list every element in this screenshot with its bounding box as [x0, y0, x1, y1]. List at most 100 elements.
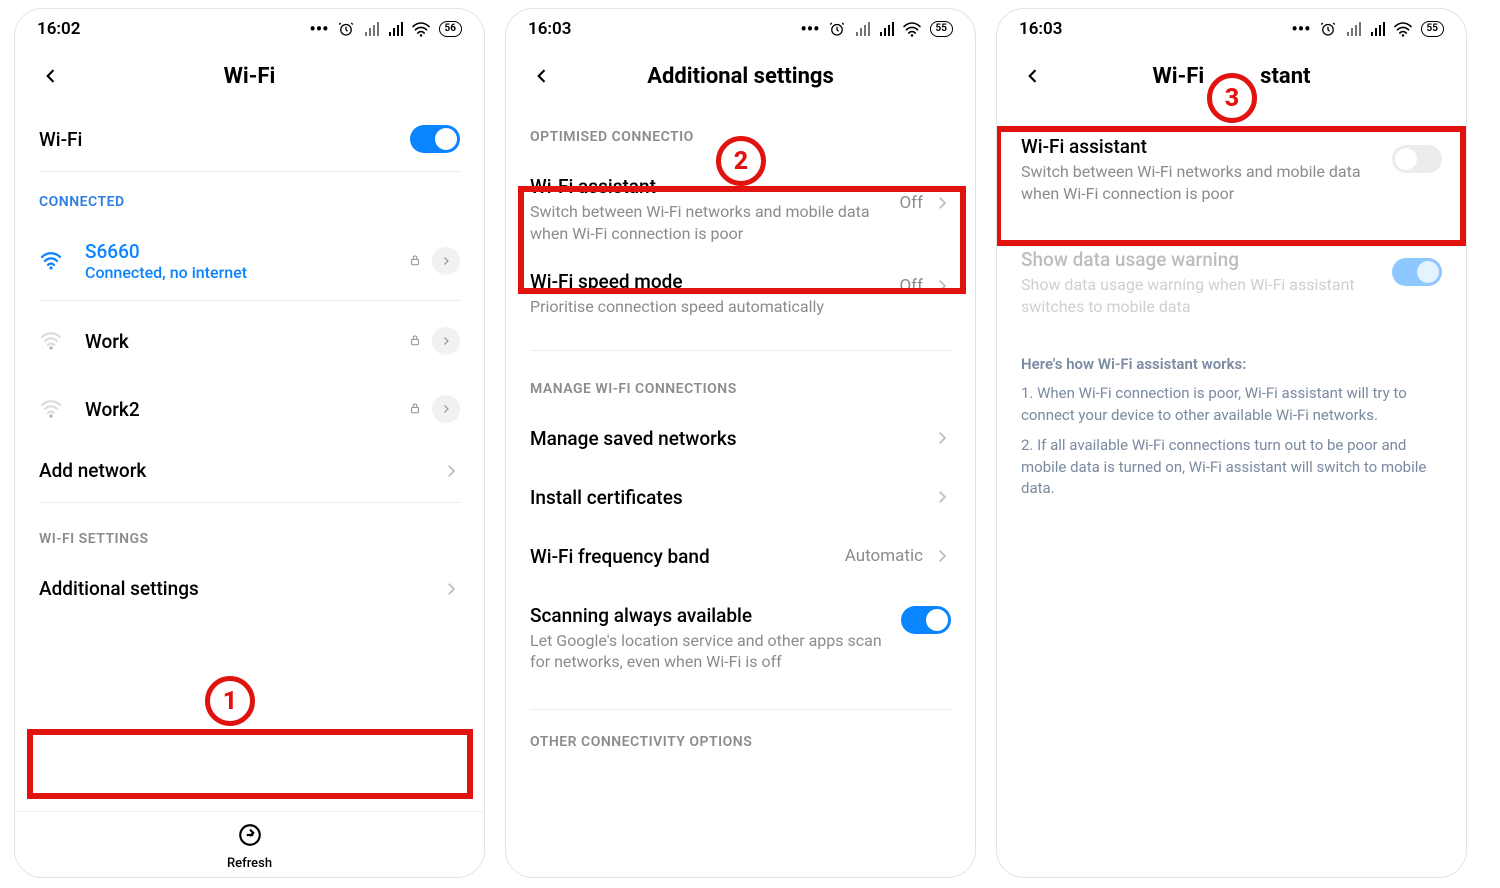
wifi-status-icon: [1393, 21, 1413, 37]
wifi-assistant-title: Wi-Fi assistant: [1021, 135, 1376, 158]
status-right: ••• 56: [309, 19, 462, 40]
wifi-assistant-toggle[interactable]: [1392, 145, 1442, 173]
wifi-toggle[interactable]: [410, 125, 460, 153]
wifi-assistant-sub: Switch between Wi-Fi networks and mobile…: [530, 201, 885, 244]
network-item[interactable]: Work: [15, 301, 484, 381]
data-warning-toggle: [1392, 258, 1442, 286]
app-bar: Wi-Fi: [15, 45, 484, 107]
info-line-1: 1. When Wi-Fi connection is poor, Wi-Fi …: [997, 379, 1466, 431]
install-cert-label: Install certificates: [530, 486, 683, 509]
freq-band-row[interactable]: Wi-Fi frequency band Automatic: [506, 527, 975, 586]
signal2-icon: [878, 22, 894, 36]
lock-icon: [408, 400, 422, 419]
signal1-icon: [854, 22, 870, 36]
wifi-toggle-label: Wi-Fi: [39, 128, 82, 151]
chevron-right-icon: [933, 547, 951, 565]
data-warning-sub: Show data usage warning when Wi-Fi assis…: [1021, 274, 1376, 317]
add-network-row[interactable]: Add network: [15, 449, 484, 502]
screen-wifi: 16:02 ••• 56 Wi-Fi Wi-Fi CONNECTED: [14, 8, 485, 878]
wifi-speed-sub: Prioritise connection speed automaticall…: [530, 296, 885, 318]
network-name: S6660: [85, 240, 247, 263]
additional-settings-row[interactable]: Additional settings: [15, 559, 484, 618]
app-bar: Additional settings: [506, 45, 975, 107]
wifi-icon: [39, 397, 63, 421]
alarm-icon: [337, 20, 355, 38]
more-icon: •••: [309, 19, 328, 40]
section-other: OTHER CONNECTIVITY OPTIONS: [506, 710, 975, 750]
wifi-speed-value: Off: [899, 276, 923, 296]
status-bar: 16:03 ••• 55: [506, 9, 975, 45]
battery-level: 55: [930, 21, 953, 37]
back-button[interactable]: [530, 64, 554, 88]
lock-icon: [408, 332, 422, 351]
battery-level: 55: [1421, 21, 1444, 37]
status-time: 16:03: [1019, 19, 1062, 39]
info-heading: Here's how Wi-Fi assistant works:: [997, 335, 1466, 379]
network-name: Work2: [85, 398, 140, 421]
chevron-right-icon: [442, 462, 460, 480]
wifi-icon: [39, 249, 63, 273]
annotation-badge-2: 2: [716, 136, 766, 186]
wifi-assistant-row[interactable]: Wi-Fi assistant Switch between Wi-Fi net…: [997, 107, 1466, 222]
additional-settings-label: Additional settings: [39, 577, 199, 600]
refresh-label: Refresh: [227, 856, 272, 871]
install-cert-row[interactable]: Install certificates: [506, 468, 975, 527]
chevron-right-icon: [933, 277, 951, 295]
network-details-button[interactable]: [432, 327, 460, 355]
screen-wifi-assistant: 16:03 ••• 55 Wi-Fi stant Wi-Fi assistant…: [996, 8, 1467, 878]
chevron-right-icon: [933, 429, 951, 447]
data-warning-title: Show data usage warning: [1021, 248, 1376, 271]
status-time: 16:02: [37, 19, 80, 39]
scanning-title: Scanning always available: [530, 604, 885, 627]
scanning-sub: Let Google's location service and other …: [530, 630, 885, 673]
lock-icon: [408, 252, 422, 271]
status-bar: 16:03 ••• 55: [997, 9, 1466, 45]
title-post: stant: [1260, 64, 1310, 89]
wifi-speed-row[interactable]: Wi-Fi speed mode Prioritise connection s…: [506, 262, 975, 336]
network-status: Connected, no internet: [85, 263, 247, 282]
more-icon: •••: [800, 19, 819, 40]
signal1-icon: [363, 22, 379, 36]
status-right: ••• 55: [1291, 19, 1444, 40]
network-connected[interactable]: S6660 Connected, no internet: [15, 222, 484, 300]
refresh-button[interactable]: [237, 822, 263, 852]
scanning-toggle[interactable]: [901, 606, 951, 634]
annotation-badge-1: 1: [205, 676, 255, 726]
status-time: 16:03: [528, 19, 571, 39]
add-network-label: Add network: [39, 459, 146, 482]
screen-additional-settings: 16:03 ••• 55 Additional settings OPTIMIS…: [505, 8, 976, 878]
signal1-icon: [1345, 22, 1361, 36]
section-connected: CONNECTED: [15, 172, 484, 222]
back-button[interactable]: [1021, 64, 1045, 88]
back-button[interactable]: [39, 64, 63, 88]
annotation-badge-3: 3: [1207, 73, 1257, 123]
network-details-button[interactable]: [432, 247, 460, 275]
network-name: Work: [85, 330, 129, 353]
network-item[interactable]: Work2: [15, 381, 484, 449]
wifi-status-icon: [411, 21, 431, 37]
freq-band-value: Automatic: [845, 546, 923, 566]
manage-saved-row[interactable]: Manage saved networks: [506, 409, 975, 468]
manage-saved-label: Manage saved networks: [530, 427, 737, 450]
section-wifi-settings: WI-FI SETTINGS: [15, 503, 484, 559]
wifi-speed-title: Wi-Fi speed mode: [530, 270, 885, 293]
chevron-right-icon: [442, 580, 460, 598]
bottom-bar: Refresh: [15, 811, 484, 877]
section-manage: MANAGE WI-FI CONNECTIONS: [506, 351, 975, 409]
wifi-toggle-row[interactable]: Wi-Fi: [15, 107, 484, 171]
content: Wi-Fi assistant Switch between Wi-Fi net…: [997, 107, 1466, 877]
status-right: ••• 55: [800, 19, 953, 40]
more-icon: •••: [1291, 19, 1310, 40]
data-warning-row: Show data usage warning Show data usage …: [997, 222, 1466, 335]
info-line-2: 2. If all available Wi-Fi connections tu…: [997, 431, 1466, 504]
freq-band-label: Wi-Fi frequency band: [530, 545, 710, 568]
wifi-icon: [39, 329, 63, 353]
scanning-row[interactable]: Scanning always available Let Google's l…: [506, 586, 975, 691]
chevron-right-icon: [933, 488, 951, 506]
network-details-button[interactable]: [432, 395, 460, 423]
wifi-assistant-value: Off: [899, 193, 923, 213]
alarm-icon: [828, 20, 846, 38]
wifi-assistant-title: Wi-Fi assistant: [530, 175, 885, 198]
title-pre: Wi-Fi: [1153, 64, 1205, 89]
alarm-icon: [1319, 20, 1337, 38]
